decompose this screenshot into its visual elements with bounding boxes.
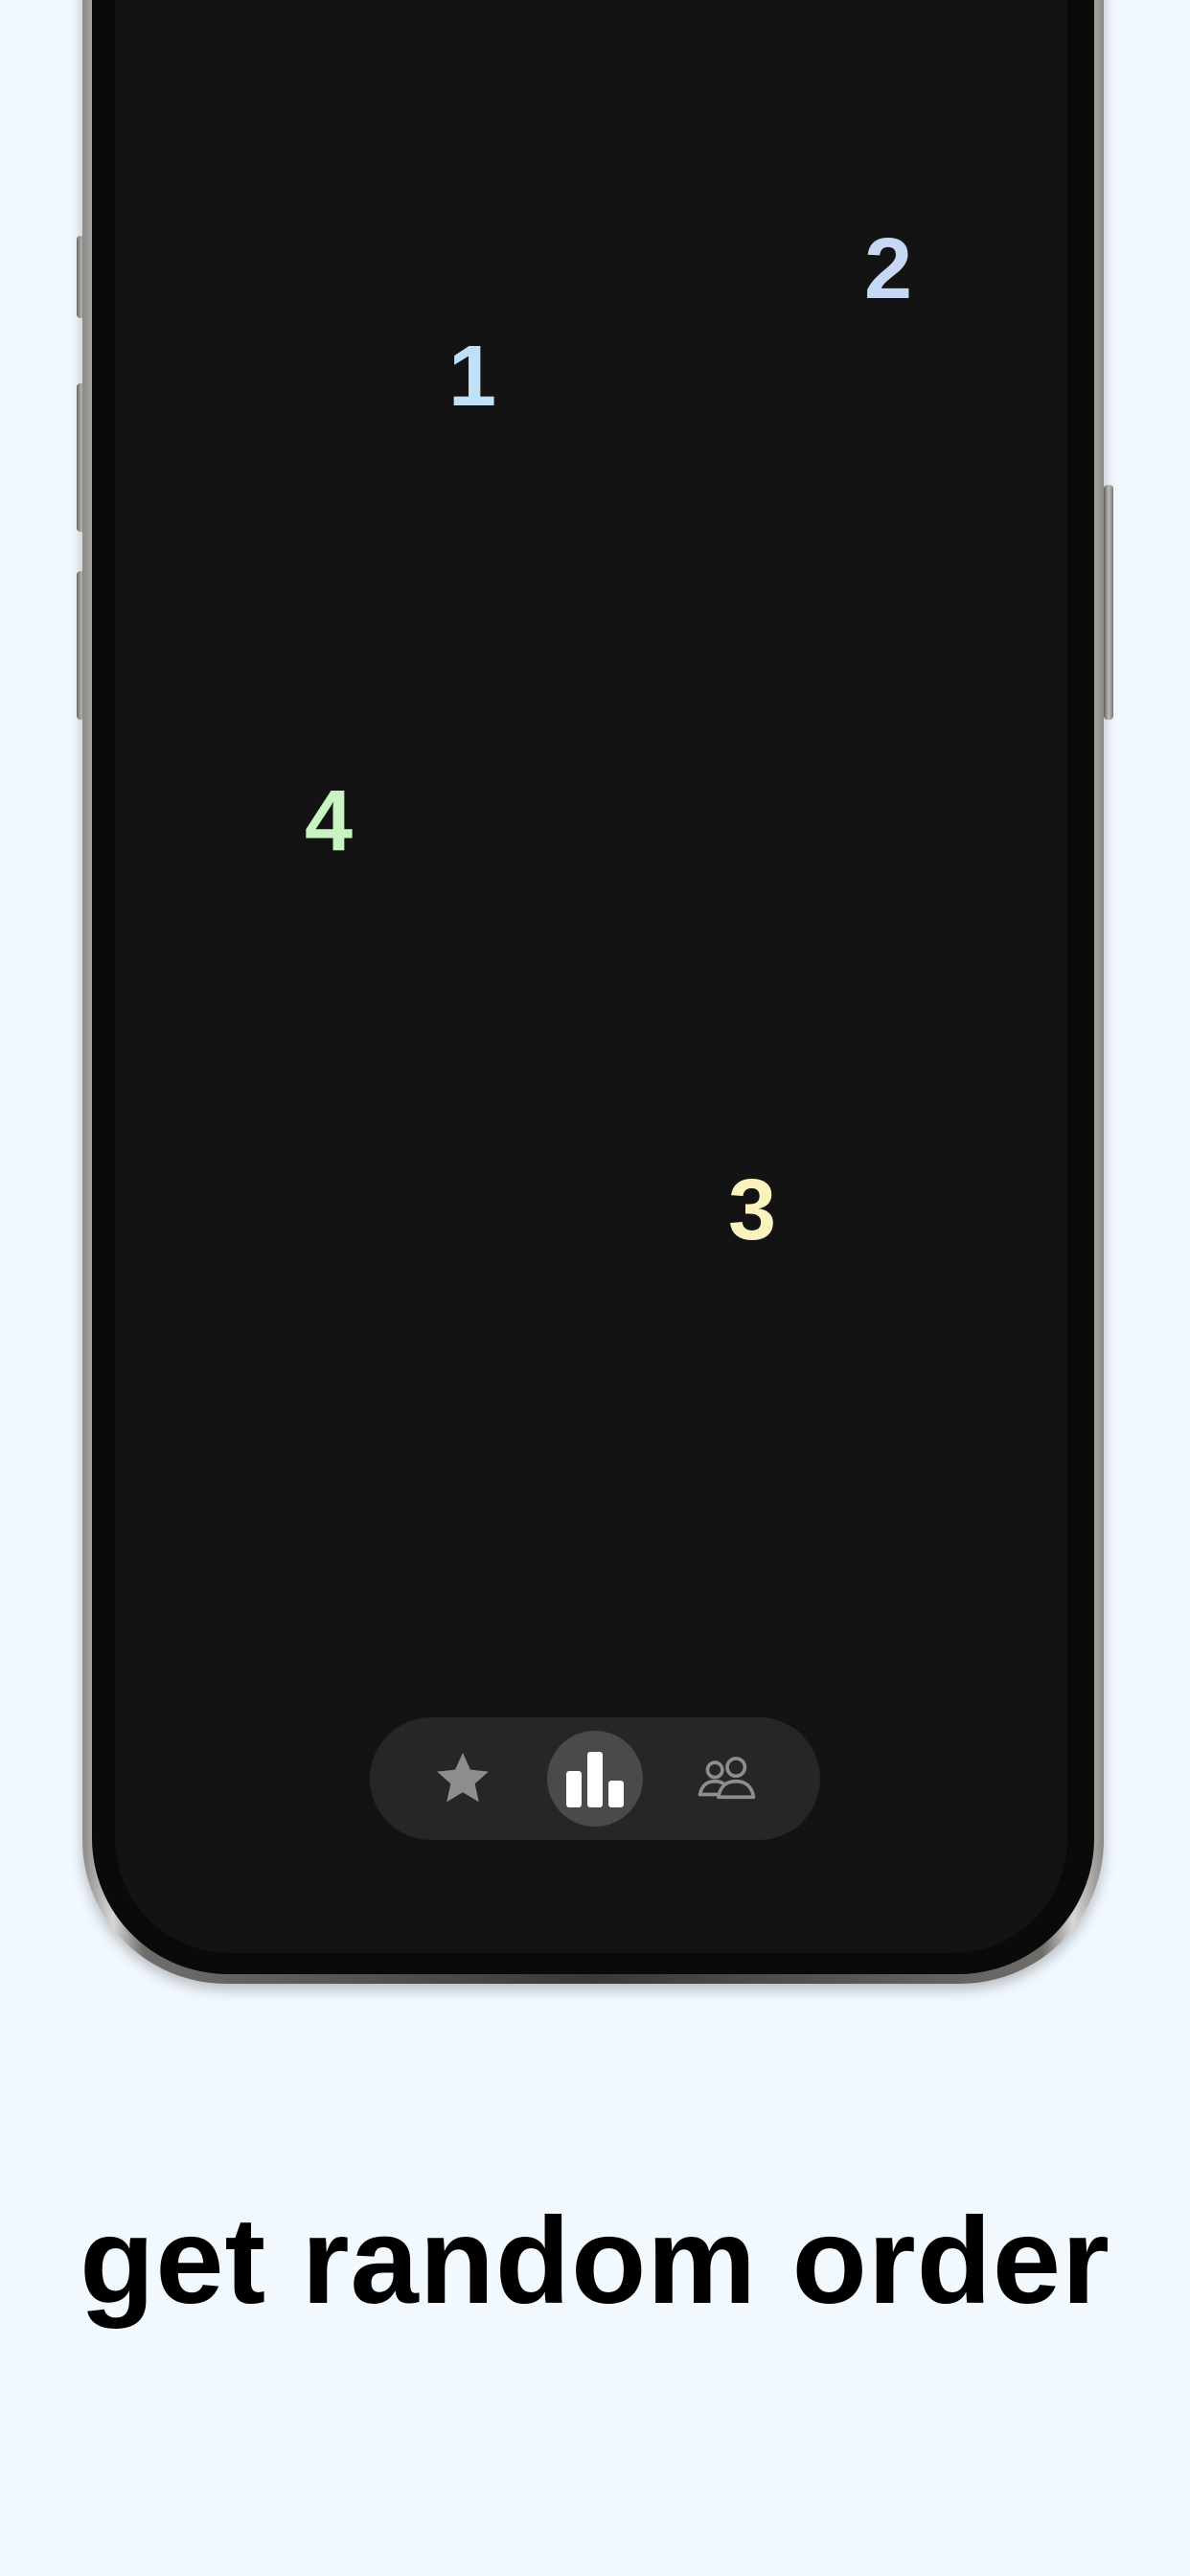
- star-icon: [437, 1753, 489, 1803]
- number-2: 2: [864, 221, 913, 317]
- number-3: 3: [728, 1162, 777, 1258]
- bar-chart-icon: [566, 1752, 624, 1807]
- caption-text: get random order: [80, 2193, 1110, 2330]
- tab-ranking[interactable]: [547, 1731, 643, 1827]
- tab-favorites[interactable]: [415, 1731, 511, 1827]
- people-icon: [698, 1757, 756, 1800]
- number-4: 4: [305, 773, 354, 869]
- phone-screen: 1 2 3 4: [115, 0, 1067, 1953]
- tab-bar: [370, 1717, 820, 1840]
- phone-frame: 1 2 3 4: [82, 0, 1104, 1984]
- number-1: 1: [448, 329, 497, 425]
- tab-people[interactable]: [679, 1731, 775, 1827]
- power-button: [1104, 485, 1113, 720]
